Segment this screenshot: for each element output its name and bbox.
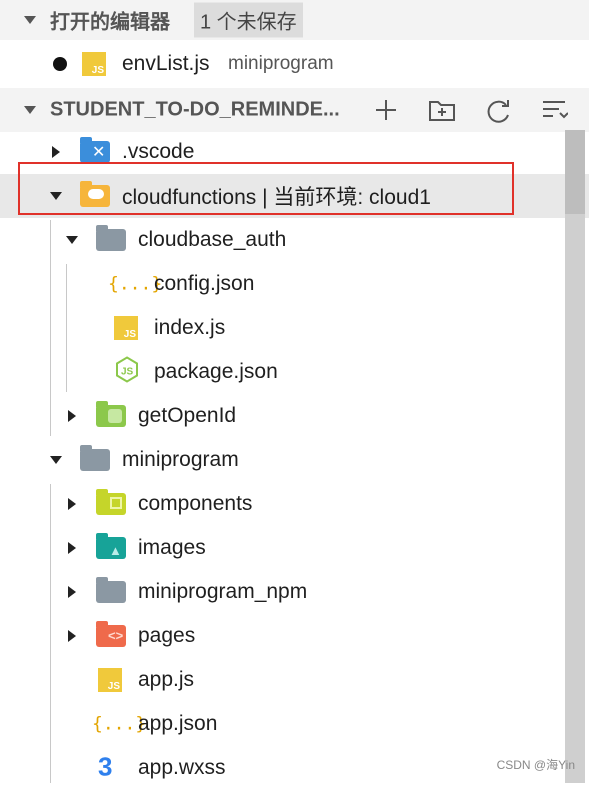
tree-item-label: .vscode — [122, 140, 195, 163]
open-editor-item[interactable]: JS envList.js miniprogram — [0, 42, 589, 86]
tree-item-components[interactable]: components — [0, 482, 589, 526]
vscode-folder-icon: ✕ — [80, 137, 110, 163]
components-folder-icon — [96, 489, 126, 515]
tree-item-label: pages — [138, 624, 196, 647]
file-name: envList.js — [122, 52, 210, 75]
tree-item-miniprogram-npm[interactable]: miniprogram_npm — [0, 570, 589, 614]
tree-item-config-json[interactable]: {...} config.json — [0, 262, 589, 306]
tree-item-label: miniprogram — [122, 448, 239, 471]
file-path: miniprogram — [228, 53, 334, 74]
new-folder-icon[interactable] — [428, 97, 455, 123]
pages-folder-icon: <> — [96, 621, 126, 647]
js-file-icon: JS — [114, 316, 138, 340]
tree-item-pages[interactable]: <> pages — [0, 614, 589, 658]
tree-item-cloudbase-auth[interactable]: cloudbase_auth — [0, 218, 589, 262]
highlight-box — [18, 162, 514, 215]
scrollbar-thumb[interactable] — [565, 130, 585, 214]
new-file-icon[interactable] — [373, 97, 399, 123]
collapse-all-icon[interactable] — [540, 97, 569, 123]
tree-item-label: package.json — [154, 360, 278, 383]
chevron-down-icon — [50, 456, 62, 464]
tree-item-label: miniprogram_npm — [138, 580, 308, 603]
tree-item-label: images — [138, 536, 206, 559]
css-file-icon: 3 — [96, 752, 122, 785]
tree-item-label: cloudbase_auth — [138, 228, 287, 251]
tree-item-label: app.json — [138, 712, 218, 735]
tree-item-app-js[interactable]: JS app.js — [0, 658, 589, 702]
chevron-right-icon — [68, 630, 76, 642]
refresh-icon[interactable] — [484, 97, 510, 123]
function-folder-icon — [96, 401, 126, 427]
watermark: CSDN @海Yin — [496, 758, 575, 772]
tree-item-label: getOpenId — [138, 404, 237, 427]
js-file-icon: JS — [82, 52, 106, 76]
tree-item-app-json[interactable]: {...} app.json — [0, 702, 589, 746]
tree-item-miniprogram[interactable]: miniprogram — [0, 438, 589, 482]
scrollbar-track[interactable] — [565, 130, 585, 783]
chevron-right-icon — [68, 410, 76, 422]
images-folder-icon: ▲ — [96, 533, 126, 559]
chevron-right-icon — [68, 542, 76, 554]
chevron-down-icon — [24, 16, 36, 24]
folder-icon — [96, 577, 126, 603]
folder-icon — [96, 225, 126, 251]
tree-item-label: app.wxss — [138, 756, 226, 779]
chevron-right-icon — [52, 146, 60, 158]
chevron-right-icon — [68, 586, 76, 598]
chevron-down-icon — [66, 236, 78, 244]
tree-item-getopenid[interactable]: getOpenId — [0, 394, 589, 438]
unsaved-badge: 1 个未保存 — [194, 2, 303, 38]
tree-item-label: app.js — [138, 668, 195, 691]
tree-item-index-js[interactable]: JS index.js — [0, 306, 589, 350]
tree-item-images[interactable]: ▲ images — [0, 526, 589, 570]
tree-item-label: index.js — [154, 316, 226, 339]
explorer-header[interactable]: STUDENT_TO-DO_REMINDE... — [0, 88, 589, 132]
svg-text:JS: JS — [121, 367, 134, 378]
chevron-down-icon — [24, 106, 36, 114]
folder-icon — [80, 445, 110, 471]
chevron-right-icon — [68, 498, 76, 510]
unsaved-dot-icon — [53, 57, 67, 71]
tree-item-label: components — [138, 492, 253, 515]
js-file-icon: JS — [98, 668, 122, 692]
tree-item-label: config.json — [154, 272, 255, 295]
workspace-title: STUDENT_TO-DO_REMINDE... — [50, 98, 340, 121]
tree-item-package-json[interactable]: JS package.json — [0, 350, 589, 394]
nodejs-file-icon: JS — [114, 356, 140, 389]
svg-text:3: 3 — [98, 752, 112, 780]
open-editors-header[interactable]: 打开的编辑器 1 个未保存 — [0, 0, 589, 40]
open-editors-title: 打开的编辑器 — [50, 11, 170, 34]
